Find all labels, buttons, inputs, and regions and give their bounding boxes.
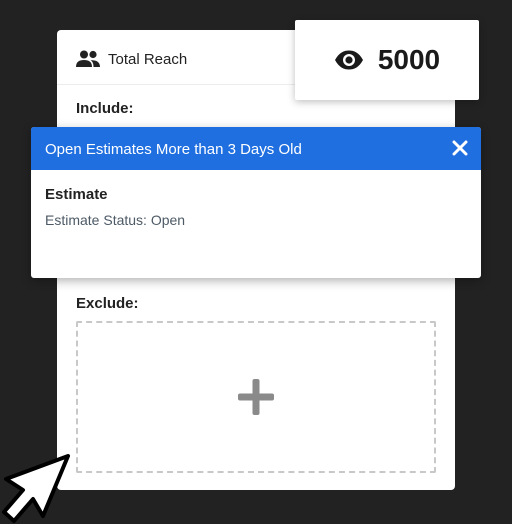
estimate-status-text: Estimate Status: Open: [45, 212, 186, 228]
popup-subtitle: Estimate: [45, 186, 108, 203]
people-icon: [76, 50, 100, 67]
exclude-dropzone[interactable]: [76, 321, 436, 473]
eye-icon: [334, 50, 363, 70]
close-button[interactable]: [449, 137, 471, 159]
popup-title: Open Estimates More than 3 Days Old: [45, 141, 302, 158]
reach-count-box: 5000: [295, 20, 479, 100]
total-reach-label: Total Reach: [108, 51, 188, 68]
criteria-popup: Open Estimates More than 3 Days Old Esti…: [31, 127, 481, 278]
exclude-label: Exclude:: [76, 295, 139, 312]
plus-icon: [238, 379, 274, 415]
close-icon: [452, 140, 468, 156]
reach-count: 5000: [377, 44, 441, 75]
mouse-cursor-icon: [2, 454, 70, 523]
include-label: Include:: [76, 100, 134, 117]
popup-header: Open Estimates More than 3 Days Old: [31, 127, 481, 170]
